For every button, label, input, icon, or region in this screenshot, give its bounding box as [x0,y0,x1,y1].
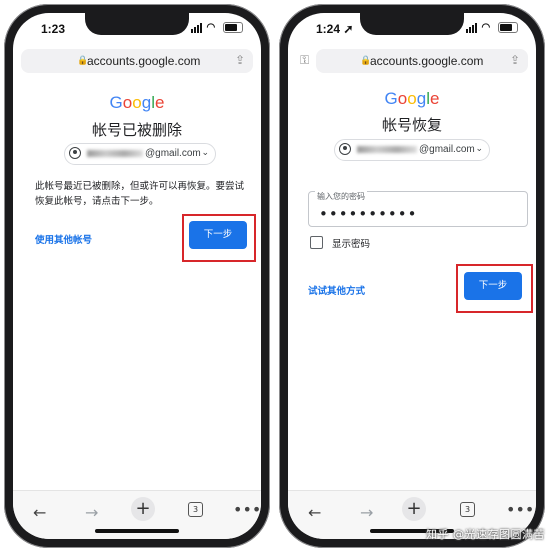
home-indicator [95,529,179,533]
right-screen: 1:24 ➚ ◠ ⚿ 🔒 accounts.google.com ⇪ Googl… [288,13,536,539]
google-logo: Google [384,89,440,108]
share-icon[interactable]: ⇪ [235,53,245,67]
redacted-email [87,150,143,157]
tabs-button[interactable]: 3 [460,502,475,517]
left-phone: 1:23 ◠ 🔒 accounts.google.com ⇪ Google 帐号… [4,4,270,548]
password-label: 输入您的密码 [315,191,367,202]
url-text: accounts.google.com [370,54,484,68]
wifi-icon: ◠ [481,22,492,34]
wifi-icon: ◠ [206,22,217,34]
page-title: 帐号恢复 [381,116,442,134]
more-icon[interactable]: ••• [233,500,261,519]
back-icon[interactable]: ← [308,503,321,522]
back-icon[interactable]: ← [33,503,46,522]
new-tab-button[interactable]: + [402,497,426,521]
location-icon: ➚ [343,22,354,36]
watermark: 知乎 @光速存图圆满苦 [426,528,545,541]
share-icon[interactable]: ⇪ [510,53,520,67]
notch [85,13,189,35]
show-password-label: 显示密码 [332,239,371,250]
next-button[interactable]: 下一步 [464,272,522,300]
right-phone: 1:24 ➚ ◠ ⚿ 🔒 accounts.google.com ⇪ Googl… [279,4,545,548]
chevron-down-icon: ⌄ [475,143,483,153]
avatar-icon [69,147,81,159]
try-other-way-link[interactable]: 试试其他方式 [308,283,365,297]
next-button[interactable]: 下一步 [189,221,247,249]
status-icons: ◠ [465,22,518,34]
new-tab-button[interactable]: + [131,497,155,521]
battery-icon [223,22,243,33]
browser-toolbar: ← → + 3 ••• [13,490,261,539]
chevron-down-icon: ⌄ [201,147,209,157]
password-field[interactable]: 输入您的密码 •••••••••• [308,191,528,227]
email-suffix: @gmail.com [145,148,201,159]
deleted-message: 此帐号最近已被删除，但或许可以再恢复。要尝试恢复此帐号，请点击下一步。 [35,181,245,207]
page-title: 帐号已被删除 [91,121,182,139]
use-other-account-link[interactable]: 使用其他帐号 [35,232,92,246]
forward-icon[interactable]: → [360,503,373,522]
email-suffix: @gmail.com [419,144,475,155]
account-chip[interactable]: @gmail.com ⌄ [334,139,490,161]
left-screen: 1:23 ◠ 🔒 accounts.google.com ⇪ Google 帐号… [13,13,261,539]
redacted-email [357,146,417,153]
more-icon[interactable]: ••• [506,500,534,519]
google-logo: Google [109,93,165,112]
signal-icon [465,22,478,33]
show-password-checkbox[interactable] [310,236,323,249]
status-time: 1:23 [41,22,66,36]
tabs-button[interactable]: 3 [188,502,203,517]
address-bar[interactable]: 🔒 accounts.google.com ⇪ [316,49,528,73]
key-icon[interactable]: ⚿ [300,53,309,68]
password-value: •••••••••• [319,205,418,223]
address-bar[interactable]: 🔒 accounts.google.com ⇪ [21,49,253,73]
forward-icon[interactable]: → [85,503,98,522]
avatar-icon [339,143,351,155]
signal-icon [190,22,203,33]
status-icons: ◠ [190,22,243,34]
url-text: accounts.google.com [87,54,201,68]
account-chip[interactable]: @gmail.com ⌄ [64,143,216,165]
status-time: 1:24 ➚ [316,22,354,36]
notch [360,13,464,35]
battery-icon [498,22,518,33]
